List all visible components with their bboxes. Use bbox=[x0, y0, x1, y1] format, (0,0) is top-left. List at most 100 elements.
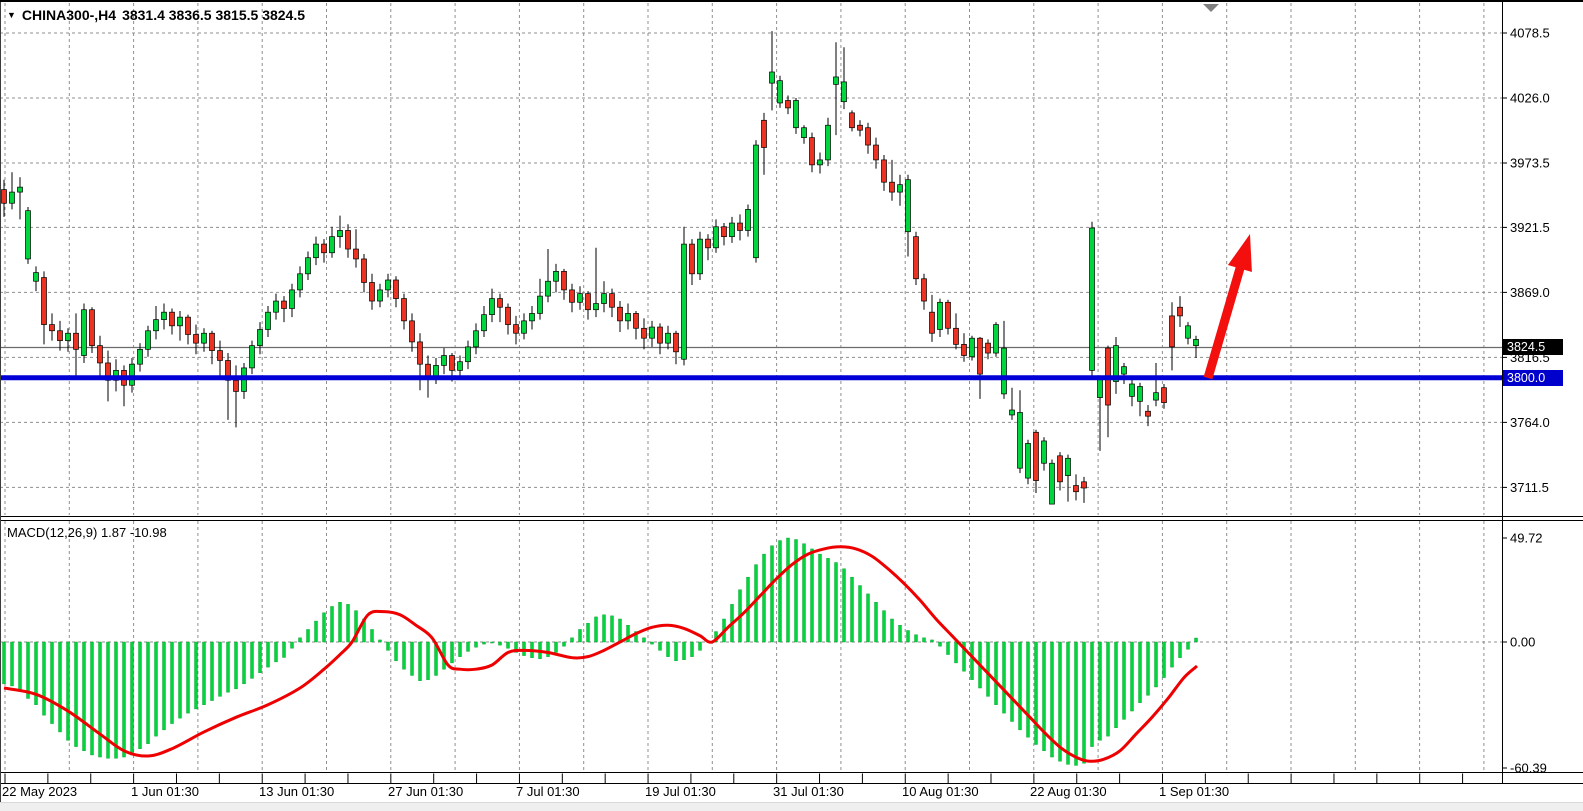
bull-candle bbox=[146, 331, 151, 350]
bull-candle bbox=[554, 271, 559, 281]
macd-histogram-bar bbox=[923, 638, 926, 642]
macd-histogram-bar bbox=[275, 642, 278, 662]
macd-histogram-bar bbox=[459, 642, 462, 657]
bull-candle bbox=[538, 296, 543, 313]
macd-histogram-bar bbox=[651, 642, 654, 644]
bear-candle bbox=[402, 299, 407, 321]
bear-candle bbox=[90, 310, 95, 346]
bear-candle bbox=[394, 280, 399, 299]
bear-candle bbox=[218, 351, 223, 361]
macd-histogram-bar bbox=[955, 642, 958, 663]
bull-candle bbox=[386, 280, 391, 290]
bear-candle bbox=[738, 223, 743, 230]
macd-histogram-bar bbox=[563, 642, 566, 646]
bear-candle bbox=[1162, 388, 1167, 403]
chart-canvas[interactable]: 22 May 20231 Jun 01:3013 Jun 01:3027 Jun… bbox=[0, 0, 1583, 811]
bear-candle bbox=[706, 239, 711, 248]
macd-histogram-bar bbox=[883, 611, 886, 642]
bear-candle bbox=[882, 160, 887, 182]
symbol-timeframe-label: CHINA300-,H4 bbox=[22, 7, 116, 23]
macd-histogram-bar bbox=[499, 642, 502, 645]
bear-candle bbox=[514, 325, 519, 334]
bull-candle bbox=[442, 356, 447, 366]
date-label: 13 Jun 01:30 bbox=[259, 784, 334, 799]
bull-candle bbox=[306, 258, 311, 274]
bull-candle bbox=[1138, 386, 1143, 401]
price-tick-label: 3973.5 bbox=[1510, 156, 1550, 171]
bull-candle bbox=[66, 333, 71, 340]
macd-histogram-bar bbox=[179, 642, 182, 718]
macd-histogram-bar bbox=[43, 642, 46, 715]
macd-histogram-bar bbox=[891, 619, 894, 642]
macd-histogram-bar bbox=[939, 642, 942, 646]
bull-candle bbox=[770, 72, 775, 83]
macd-histogram-bar bbox=[235, 642, 238, 689]
price-tick-label: 3921.5 bbox=[1510, 220, 1550, 235]
macd-histogram-bar bbox=[779, 541, 782, 642]
symbol-dropdown-icon[interactable]: ▼ bbox=[7, 11, 16, 20]
bear-candle bbox=[1034, 432, 1039, 480]
bear-candle bbox=[634, 313, 639, 328]
macd-histogram-bar bbox=[1075, 642, 1078, 765]
macd-histogram-bar bbox=[315, 621, 318, 642]
macd-histogram-bar bbox=[1139, 642, 1142, 703]
bull-candle bbox=[802, 128, 807, 138]
macd-histogram-bar bbox=[67, 642, 70, 740]
bear-candle bbox=[690, 244, 695, 274]
macd-values-label: 1.87 -10.98 bbox=[101, 525, 167, 540]
bull-candle bbox=[594, 304, 599, 310]
bull-candle bbox=[138, 349, 143, 364]
bull-candle bbox=[546, 281, 551, 296]
macd-histogram-bar bbox=[699, 642, 702, 650]
macd-histogram-bar bbox=[1179, 642, 1182, 658]
macd-histogram-bar bbox=[347, 604, 350, 642]
price-tick-label: 3711.5 bbox=[1510, 480, 1549, 495]
bear-candle bbox=[506, 307, 511, 324]
bull-candle bbox=[1090, 228, 1095, 370]
bear-candle bbox=[618, 307, 623, 321]
bull-candle bbox=[746, 209, 751, 230]
macd-histogram-bar bbox=[611, 616, 614, 642]
bear-candle bbox=[890, 182, 895, 192]
bear-candle bbox=[346, 230, 351, 249]
bear-candle bbox=[1178, 307, 1183, 316]
bull-candle bbox=[938, 302, 943, 329]
macd-histogram-bar bbox=[83, 642, 86, 751]
date-label: 10 Aug 01:30 bbox=[902, 784, 979, 799]
bull-candle bbox=[274, 301, 279, 312]
macd-histogram-bar bbox=[587, 623, 590, 642]
bear-candle bbox=[50, 325, 55, 331]
macd-histogram-bar bbox=[819, 554, 822, 642]
macd-histogram-bar bbox=[339, 602, 342, 642]
bull-candle bbox=[250, 346, 255, 368]
bull-candle bbox=[1026, 443, 1031, 478]
bull-candle bbox=[162, 312, 167, 319]
bull-candle bbox=[298, 274, 303, 290]
bear-candle bbox=[370, 282, 375, 301]
macd-histogram-bar bbox=[771, 546, 774, 642]
macd-histogram-bar bbox=[1171, 642, 1174, 667]
bull-candle bbox=[434, 365, 439, 376]
macd-histogram-bar bbox=[299, 638, 302, 642]
bull-candle bbox=[666, 333, 671, 343]
macd-histogram-bar bbox=[851, 577, 854, 642]
bull-candle bbox=[1042, 441, 1047, 463]
macd-histogram-bar bbox=[1027, 642, 1030, 737]
bear-candle bbox=[2, 190, 7, 204]
bear-candle bbox=[762, 120, 767, 147]
bull-candle bbox=[778, 81, 783, 103]
macd-histogram-bar bbox=[371, 629, 374, 642]
bull-candle bbox=[26, 211, 31, 259]
macd-histogram-bar bbox=[1003, 642, 1006, 713]
macd-histogram-bar bbox=[907, 630, 910, 642]
bear-candle bbox=[170, 312, 175, 326]
bull-candle bbox=[682, 244, 687, 359]
bear-candle bbox=[874, 145, 879, 160]
macd-histogram-bar bbox=[603, 615, 606, 642]
macd-histogram-bar bbox=[251, 642, 254, 678]
bull-candle bbox=[1130, 384, 1135, 396]
horizontal-scrollbar[interactable] bbox=[0, 802, 1583, 811]
bull-candle bbox=[258, 330, 263, 346]
bear-candle bbox=[954, 328, 959, 344]
bear-candle bbox=[210, 333, 215, 350]
